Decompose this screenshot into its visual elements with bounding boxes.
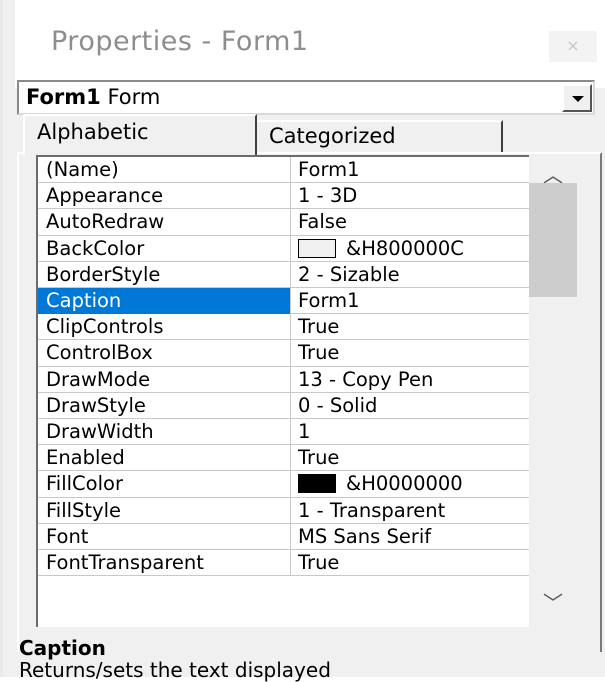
property-value[interactable]: 0 - Solid [292, 393, 529, 419]
property-row[interactable]: ClipControls True [38, 314, 529, 341]
property-value[interactable]: True [292, 340, 529, 366]
property-value[interactable]: Form1 [292, 157, 529, 183]
object-selector-value: Form1 Form [26, 85, 160, 109]
property-value[interactable]: False [292, 209, 529, 235]
scroll-down-icon[interactable]: ﹀ [529, 587, 577, 617]
object-name: Form1 [26, 85, 101, 109]
property-row[interactable]: BorderStyle 2 - Sizable [38, 261, 529, 288]
property-name[interactable]: FillColor [38, 471, 291, 498]
property-value[interactable]: True [292, 445, 529, 471]
property-value[interactable]: True [292, 314, 529, 340]
property-name[interactable]: Enabled [38, 445, 291, 472]
dropdown-arrow-icon[interactable] [562, 84, 592, 112]
property-row[interactable]: DrawStyle 0 - Solid [38, 392, 529, 419]
property-row[interactable]: Caption Form1 [38, 288, 529, 315]
property-value-text: &H0000000 [346, 472, 463, 496]
description-panel: Caption Returns/sets the text displayed [17, 636, 595, 682]
property-row[interactable]: Font MS Sans Serif [38, 523, 529, 550]
object-type: Form [107, 85, 161, 109]
property-row[interactable]: DrawMode 13 - Copy Pen [38, 366, 529, 393]
title-bar[interactable]: Properties - Form1 × [15, 0, 605, 88]
property-value[interactable]: 1 - Transparent [292, 498, 529, 524]
property-row[interactable]: BackColor &H800000C [38, 235, 529, 262]
property-row[interactable]: Enabled True [38, 445, 529, 472]
color-swatch [298, 474, 336, 494]
property-value[interactable]: True [292, 550, 529, 576]
color-swatch [298, 238, 336, 258]
property-grid: (Name) Form1 Appearance 1 - 3D AutoRedraw Fal… [36, 155, 529, 627]
object-selector[interactable]: Form1 Form [17, 80, 595, 115]
property-name[interactable]: DrawWidth [38, 419, 291, 445]
property-name[interactable]: DrawStyle [38, 392, 291, 419]
property-value[interactable]: 2 - Sizable [292, 262, 529, 288]
properties-window: Properties - Form1 × Form1 Form Categori… [0, 0, 605, 682]
property-name[interactable]: FontTransparent [38, 550, 291, 576]
tab-categorized[interactable]: Categorized [255, 120, 503, 152]
property-row[interactable]: (Name) Form1 [38, 157, 529, 184]
tab-alphabetic[interactable]: Alphabetic [23, 114, 257, 155]
property-row[interactable]: FillStyle 1 - Transparent [38, 497, 529, 524]
property-value[interactable]: 1 - 3D [292, 183, 529, 209]
property-row[interactable]: FillColor &H0000000 [38, 471, 529, 498]
close-icon: × [566, 36, 580, 55]
property-value[interactable]: Form1 [292, 288, 529, 314]
property-name[interactable]: DrawMode [38, 366, 291, 393]
property-name[interactable]: AutoRedraw [38, 209, 291, 236]
property-name[interactable]: ClipControls [38, 314, 291, 341]
property-value[interactable]: 13 - Copy Pen [292, 367, 529, 393]
close-button[interactable]: × [549, 31, 597, 62]
property-value[interactable]: MS Sans Serif [292, 524, 529, 550]
property-value[interactable]: &H0000000 [292, 471, 529, 497]
description-text: Returns/sets the text displayed [19, 658, 331, 682]
scroll-thumb[interactable] [529, 183, 577, 297]
property-name[interactable]: ControlBox [38, 340, 291, 367]
property-row[interactable]: AutoRedraw False [38, 209, 529, 236]
window-title: Properties - Form1 [51, 26, 309, 57]
property-name[interactable]: Appearance [38, 183, 291, 210]
property-value[interactable]: 1 [292, 419, 529, 445]
property-name[interactable]: BackColor [38, 235, 291, 262]
vertical-scrollbar[interactable]: ︿ ﹀ [529, 155, 577, 627]
property-name[interactable]: (Name) [38, 157, 291, 183]
property-row[interactable]: FontTransparent True [38, 550, 529, 577]
description-title: Caption [19, 636, 106, 660]
property-row[interactable]: DrawWidth 1 [38, 419, 529, 446]
property-name[interactable]: Font [38, 523, 291, 550]
property-name[interactable]: BorderStyle [38, 261, 291, 288]
property-name[interactable]: Caption [38, 288, 291, 314]
property-value-text: &H800000C [346, 236, 464, 260]
property-name[interactable]: FillStyle [38, 497, 291, 524]
property-row[interactable]: ControlBox True [38, 340, 529, 367]
property-value[interactable]: &H800000C [292, 236, 529, 262]
property-row[interactable]: Appearance 1 - 3D [38, 183, 529, 210]
